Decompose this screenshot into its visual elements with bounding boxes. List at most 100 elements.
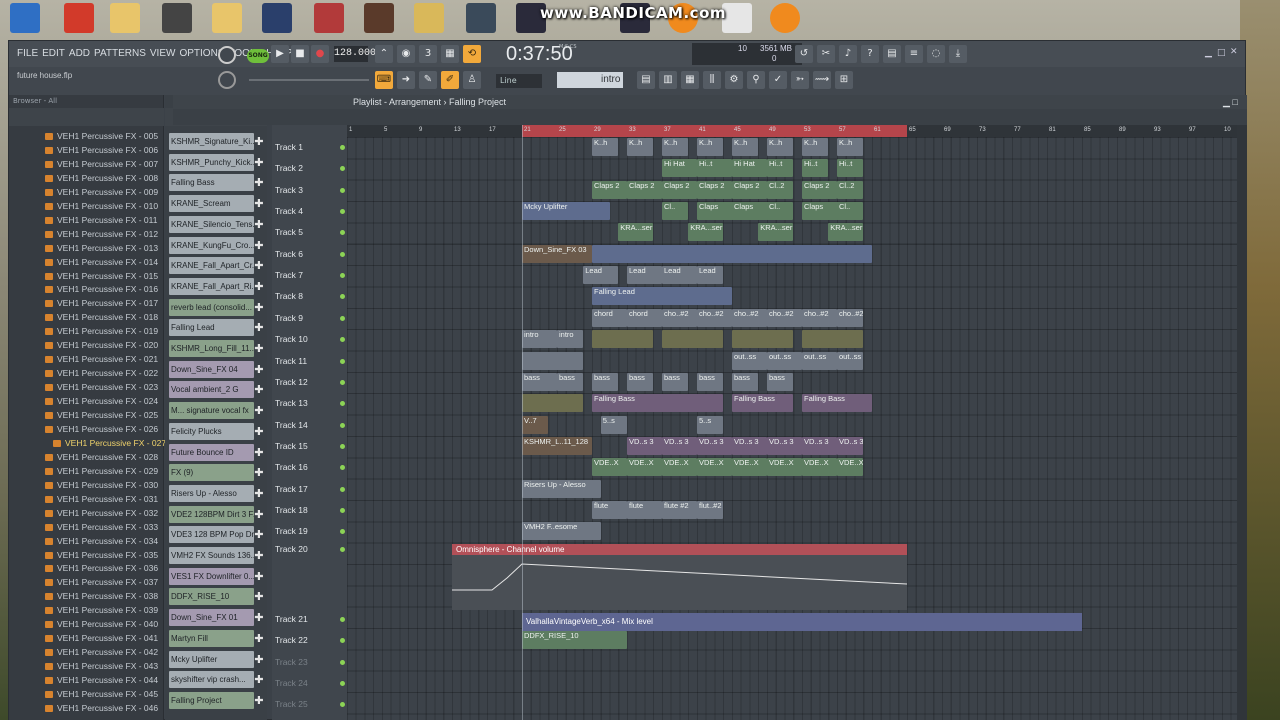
master-pitch-slider[interactable] <box>249 79 369 81</box>
browser-item[interactable]: VEH1 Percussive FX - 023 <box>45 380 158 394</box>
playlist-clip[interactable]: cho..#2 <box>802 308 837 327</box>
paint-icon[interactable]: ✐ <box>441 71 459 89</box>
playlist-clip[interactable]: K..h <box>592 138 619 156</box>
picker-clip[interactable]: KRANE_KungFu_Cro... <box>169 236 254 254</box>
playlist-clip[interactable]: K..h <box>732 138 759 156</box>
track-header[interactable]: Track 14 <box>275 415 345 435</box>
browser-item[interactable]: VEH1 Percussive FX - 036 <box>45 561 158 575</box>
playhead[interactable] <box>522 125 523 720</box>
record-button[interactable]: ● <box>311 45 329 63</box>
playlist-clip[interactable] <box>522 351 584 370</box>
playlist-clip[interactable]: Cl.. <box>837 202 864 221</box>
image-icon[interactable] <box>466 3 496 33</box>
browser-item[interactable]: VEH1 Percussive FX - 020 <box>45 338 158 352</box>
help-icon[interactable]: ? <box>861 45 879 63</box>
track-header[interactable]: Track 15 <box>275 436 345 456</box>
microphone-icon[interactable]: ♪ <box>839 45 857 63</box>
track-header[interactable]: Track 1 <box>275 137 345 157</box>
track-header[interactable]: Track 12 <box>275 372 345 392</box>
playlist-clip[interactable]: K..h <box>697 138 724 156</box>
playlist-clip[interactable]: VD..s 3 <box>697 436 732 455</box>
add-clip-icon[interactable]: ✚ <box>254 423 264 440</box>
add-clip-icon[interactable]: ✚ <box>254 257 264 274</box>
add-clip-icon[interactable]: ✚ <box>254 692 264 709</box>
browser-item[interactable]: VEH1 Percussive FX - 026 <box>45 422 158 436</box>
stop-button[interactable]: ■ <box>291 45 309 63</box>
playlist-clip[interactable]: Mcky Uplifter <box>522 202 610 221</box>
browser-item[interactable]: VEH1 Percussive FX - 034 <box>45 534 158 548</box>
playlist-clip[interactable]: Lead <box>627 266 662 285</box>
loop-region[interactable] <box>522 125 907 137</box>
add-clip-icon[interactable]: ✚ <box>254 651 264 668</box>
playlist-clip[interactable]: K..h <box>802 138 829 156</box>
playlist-clip[interactable]: K..h <box>627 138 654 156</box>
add-clip-icon[interactable]: ✚ <box>254 133 264 150</box>
add-clip-icon[interactable]: ✚ <box>254 671 264 688</box>
browser-item[interactable]: VEH1 Percussive FX - 044 <box>45 673 158 687</box>
playlist-clip[interactable]: VD..s 3 <box>627 436 662 455</box>
playlist-clip[interactable] <box>662 330 724 349</box>
browser-item[interactable]: VEH1 Percussive FX - 033 <box>45 520 158 534</box>
wav-file-icon[interactable] <box>722 3 752 33</box>
playlist-clip[interactable]: Claps 2 <box>662 180 697 199</box>
playlist-clip[interactable]: intro <box>522 330 557 349</box>
playlist-clip[interactable]: Hi..t <box>802 159 829 178</box>
image-icon[interactable] <box>262 3 292 33</box>
playlist-clip[interactable]: Hi..t <box>837 159 864 178</box>
tempo-tap-icon[interactable]: ✓ <box>769 71 787 89</box>
browser-item[interactable]: VEH1 Percussive FX - 025 <box>45 408 158 422</box>
playlist-clip[interactable]: K..h <box>662 138 689 156</box>
playlist-clip[interactable]: bass <box>662 372 689 391</box>
add-clip-icon[interactable]: ✚ <box>254 299 264 316</box>
playlist-clip[interactable]: cho..#2 <box>732 308 767 327</box>
track-mute-led[interactable] <box>340 379 345 385</box>
track-mute-led[interactable] <box>340 659 345 665</box>
browser-item[interactable]: VEH1 Percussive FX - 031 <box>45 492 158 506</box>
playlist-clip[interactable] <box>802 330 864 349</box>
track-mute-led[interactable] <box>340 507 345 513</box>
picker-clip[interactable]: Felicity Plucks <box>169 422 254 440</box>
menu-item-edit[interactable]: EDIT <box>42 48 65 59</box>
playlist-clip[interactable]: cho..#2 <box>697 308 732 327</box>
browser-item[interactable]: VEH1 Percussive FX - 021 <box>45 352 158 366</box>
link-icon[interactable]: ⟿ <box>813 71 831 89</box>
browser-item[interactable]: VEH1 Percussive FX - 030 <box>45 478 158 492</box>
picker-clip[interactable]: Risers Up - Alesso <box>169 484 254 502</box>
browser-item[interactable]: VEH1 Percussive FX - 037 <box>45 575 158 589</box>
track-header[interactable]: Track 20 <box>275 539 345 559</box>
browser-item[interactable]: VEH1 Percussive FX - 045 <box>45 687 158 701</box>
playlist-clip[interactable]: flute #2 <box>662 500 697 519</box>
browser-item[interactable]: VEH1 Percussive FX - 009 <box>45 185 158 199</box>
add-clip-icon[interactable]: ✚ <box>254 237 264 254</box>
pattern-selector[interactable]: intro <box>557 72 623 88</box>
add-clip-icon[interactable]: ✚ <box>254 506 264 523</box>
picker-clip[interactable]: KSHMR_Long_Fill_11... <box>169 340 254 357</box>
picker-clip[interactable]: M... signature vocal fx <box>169 402 254 420</box>
picker-clip[interactable]: VDE3 128 BPM Pop Dr... <box>169 526 254 544</box>
track-mute-led[interactable] <box>340 145 345 150</box>
automation-clip-omnisphere[interactable]: Omnisphere - Channel volume <box>452 544 907 555</box>
add-clip-icon[interactable]: ✚ <box>254 444 264 461</box>
playlist-clip[interactable]: VD..s 3 <box>802 436 837 455</box>
playlist-clip[interactable]: KRA...ser <box>828 223 864 242</box>
playlist-clip[interactable]: 5..s <box>697 415 724 434</box>
menu-item-add[interactable]: ADD <box>69 48 90 59</box>
picker-clip[interactable]: VMH2 FX Sounds 136... <box>169 547 254 564</box>
playlist-clip[interactable]: cho..#2 <box>837 308 864 327</box>
track-mute-led[interactable] <box>340 422 345 428</box>
track-mute-led[interactable] <box>340 187 345 193</box>
image-icon[interactable] <box>364 3 394 33</box>
picker-clip[interactable]: Falling Bass <box>169 174 254 192</box>
render-icon[interactable]: ➳ <box>791 71 809 89</box>
track-header[interactable]: Track 10 <box>275 329 345 349</box>
playlist-clip[interactable]: KRA...ser <box>688 223 724 242</box>
picker-clip[interactable]: Down_Sine_FX 04 <box>169 360 254 378</box>
browser-item[interactable]: VEH1 Percussive FX - 013 <box>45 241 158 255</box>
browser-item[interactable]: VEH1 Percussive FX - 042 <box>45 645 158 659</box>
track-header[interactable]: Track 18 <box>275 500 345 520</box>
track-header[interactable]: Track 24 <box>275 673 345 693</box>
fl-studio-icon[interactable] <box>770 3 800 33</box>
playlist-clip[interactable]: Falling Bass <box>592 394 724 413</box>
playlist-clip[interactable]: Claps 2 <box>802 180 837 199</box>
brush-icon[interactable]: ✎ <box>419 71 437 89</box>
